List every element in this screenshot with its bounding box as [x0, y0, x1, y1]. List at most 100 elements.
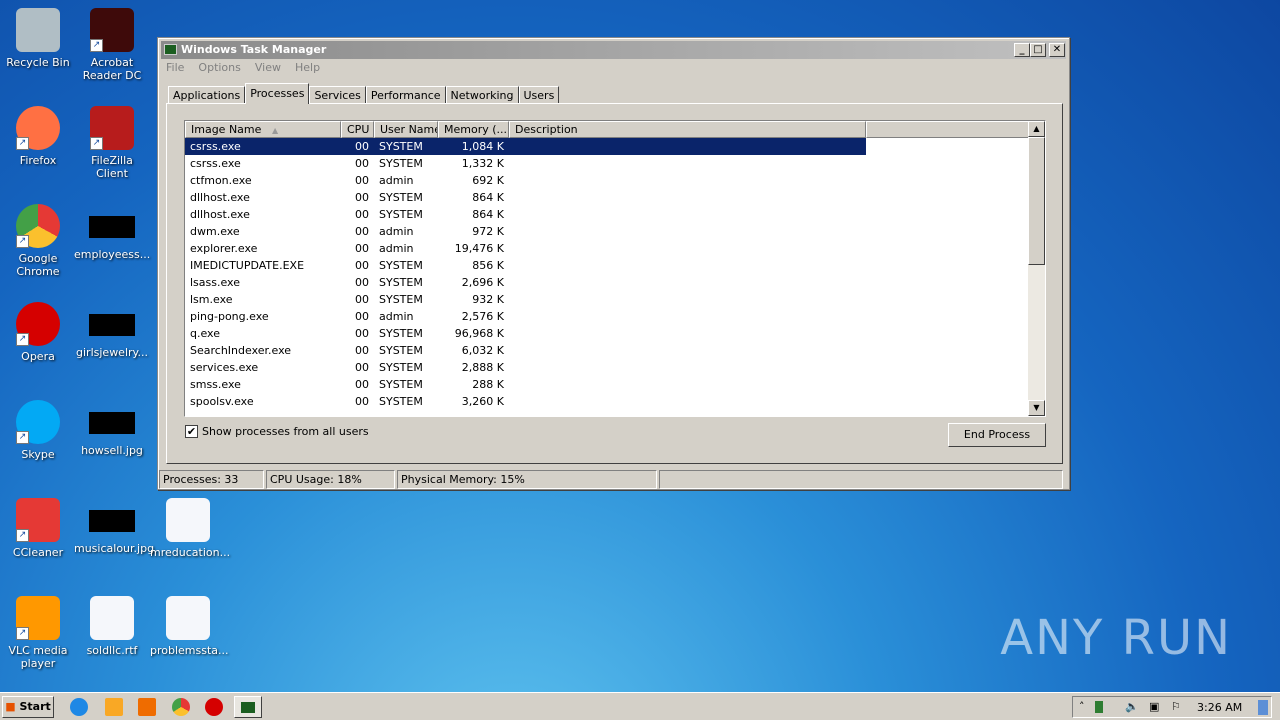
column-header[interactable]: Memory (...	[438, 121, 509, 138]
desktop-icon[interactable]: musicalour.jpg	[74, 498, 154, 555]
process-row[interactable]: SearchIndexer.exe 00 SYSTEM 6,032 K	[185, 342, 1045, 359]
process-cell: SYSTEM	[379, 208, 423, 221]
image-file-icon	[89, 510, 135, 532]
process-cell: ctfmon.exe	[190, 174, 252, 187]
network-icon[interactable]: ▣	[1149, 700, 1159, 713]
process-row[interactable]: q.exe 00 SYSTEM 96,968 K	[185, 325, 1045, 342]
volume-icon[interactable]: 🔈	[1125, 700, 1139, 713]
tab-applications[interactable]: Applications	[168, 86, 246, 104]
scroll-thumb[interactable]	[1028, 137, 1045, 265]
action-center-flag-icon[interactable]: ⚐	[1171, 700, 1181, 713]
process-row[interactable]: dllhost.exe 00 SYSTEM 864 K	[185, 189, 1045, 206]
process-cell	[509, 291, 866, 308]
desktop-icon[interactable]: ↗ FileZilla Client	[74, 106, 150, 180]
shortcut-arrow-icon: ↗	[90, 137, 103, 150]
menu-help[interactable]: Help	[295, 61, 320, 74]
desktop-icon[interactable]: ↗ Firefox	[0, 106, 76, 167]
process-cell: 2,576 K	[461, 310, 504, 323]
explorer-folder-icon[interactable]	[105, 698, 123, 716]
column-header[interactable]: User Name	[374, 121, 438, 138]
desktop-icon[interactable]: ↗ Skype	[0, 400, 76, 461]
menu-view[interactable]: View	[255, 61, 281, 74]
process-row[interactable]: ctfmon.exe 00 admin 692 K	[185, 172, 1045, 189]
desktop-icon-label: problemssta...	[150, 644, 229, 657]
network-activity-icon[interactable]	[1095, 701, 1103, 713]
tab-processes[interactable]: Processes	[245, 83, 310, 104]
clock[interactable]: 3:26 AM	[1197, 701, 1242, 714]
process-row[interactable]: dllhost.exe 00 SYSTEM 864 K	[185, 206, 1045, 223]
column-header[interactable]: CPU	[341, 121, 374, 138]
process-list[interactable]: Image Name ▲ CPU User Name Memory (... Descr…	[184, 120, 1046, 417]
tab-networking[interactable]: Networking	[445, 86, 519, 104]
desktop-icon[interactable]: ↗ Acrobat Reader DC	[74, 8, 150, 82]
menu-file[interactable]: File	[166, 61, 184, 74]
desktop-icon-label: howsell.jpg	[81, 444, 143, 457]
process-row[interactable]: lsass.exe 00 SYSTEM 2,696 K	[185, 274, 1045, 291]
desktop-icon-label: Recycle Bin	[6, 56, 70, 69]
chrome-icon: ↗	[16, 204, 60, 248]
column-header-label: User Name	[380, 123, 438, 136]
image-file-icon	[89, 412, 135, 434]
taskbar: ■ Start ˄ 🔈 ▣ ⚐ 3:26 AM	[0, 692, 1280, 720]
desktop-icon[interactable]: ↗ Google Chrome	[0, 204, 76, 278]
desktop-icon[interactable]: problemssta...	[150, 596, 229, 657]
vertical-scrollbar[interactable]: ▲ ▼	[1028, 121, 1045, 416]
process-row[interactable]: dwm.exe 00 admin 972 K	[185, 223, 1045, 240]
checkbox-checked-icon: ✔	[185, 425, 198, 438]
process-row[interactable]: explorer.exe 00 admin 19,476 K	[185, 240, 1045, 257]
process-cell: csrss.exe	[190, 157, 241, 170]
desktop-icon-label: Acrobat Reader DC	[82, 56, 142, 82]
desktop-icon-label: Opera	[21, 350, 55, 363]
process-row[interactable]: spoolsv.exe 00 SYSTEM 3,260 K	[185, 393, 1045, 410]
column-header[interactable]: Image Name ▲	[185, 121, 341, 138]
process-row[interactable]: csrss.exe 00 SYSTEM 1,332 K	[185, 155, 1045, 172]
process-cell: 972 K	[472, 225, 504, 238]
process-cell: admin	[379, 174, 414, 187]
menu-options[interactable]: Options	[198, 61, 240, 74]
desktop-icon-label: FileZilla Client	[91, 154, 133, 180]
show-hidden-icons-icon[interactable]: ˄	[1079, 700, 1085, 713]
desktop-icon[interactable]: ↗ Opera	[0, 302, 76, 363]
scroll-down-icon[interactable]: ▼	[1028, 400, 1045, 416]
desktop-icon[interactable]: girlsjewelry...	[74, 302, 150, 359]
process-row[interactable]: services.exe 00 SYSTEM 2,888 K	[185, 359, 1045, 376]
process-cell: 00	[355, 344, 369, 357]
minimize-button[interactable]: _	[1014, 43, 1030, 57]
scroll-up-icon[interactable]: ▲	[1028, 121, 1045, 137]
tab-users[interactable]: Users	[518, 86, 560, 104]
maximize-button[interactable]: □	[1030, 43, 1046, 57]
image-file-icon	[89, 216, 135, 238]
task-manager-icon	[164, 44, 177, 55]
process-cell: SearchIndexer.exe	[190, 344, 292, 357]
process-cell: SYSTEM	[379, 378, 423, 391]
media-player-icon[interactable]	[138, 698, 156, 716]
desktop-icon[interactable]: employeess...	[74, 204, 150, 261]
process-cell	[509, 274, 866, 291]
end-process-button[interactable]: End Process	[948, 423, 1046, 447]
desktop-icon-label: VLC media player	[8, 644, 68, 670]
desktop-icon[interactable]: ↗ CCleaner	[0, 498, 76, 559]
process-row[interactable]: csrss.exe 00 SYSTEM 1,084 K	[185, 138, 866, 155]
column-header[interactable]: Description	[509, 121, 866, 138]
process-row[interactable]: lsm.exe 00 SYSTEM 932 K	[185, 291, 1045, 308]
close-button[interactable]: ✕	[1049, 43, 1065, 57]
desktop-icon[interactable]: mreducation...	[150, 498, 230, 559]
process-row[interactable]: ping-pong.exe 00 admin 2,576 K	[185, 308, 1045, 325]
title-bar[interactable]: Windows Task Manager _ □ ✕	[161, 41, 1066, 59]
show-all-users-checkbox[interactable]: ✔ Show processes from all users	[185, 425, 369, 438]
show-desktop-button[interactable]	[1258, 700, 1268, 715]
tab-services[interactable]: Services	[309, 86, 366, 104]
internet-explorer-icon[interactable]	[70, 698, 88, 716]
process-row[interactable]: smss.exe 00 SYSTEM 288 K	[185, 376, 1045, 393]
tab-performance[interactable]: Performance	[365, 86, 446, 104]
task-manager-taskbar-button[interactable]	[234, 696, 262, 718]
desktop-icon[interactable]: ↗ VLC media player	[0, 596, 76, 670]
chrome-taskbar-icon[interactable]	[172, 698, 190, 716]
opera-taskbar-icon[interactable]	[205, 698, 223, 716]
start-button[interactable]: ■ Start	[2, 696, 54, 718]
desktop-icon[interactable]: soldllc.rtf	[74, 596, 150, 657]
desktop-icon[interactable]: howsell.jpg	[74, 400, 150, 457]
process-row[interactable]: IMEDICTUPDATE.EXE 00 SYSTEM 856 K	[185, 257, 1045, 274]
process-cell: 96,968 K	[454, 327, 504, 340]
desktop-icon[interactable]: Recycle Bin	[0, 8, 76, 69]
